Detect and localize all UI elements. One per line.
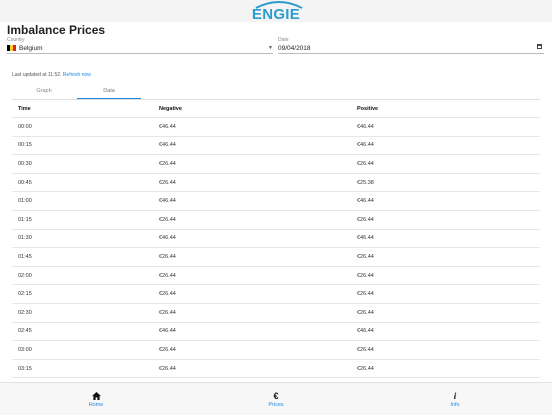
bottom-nav: Home € Prices i Info bbox=[0, 382, 552, 415]
nav-info-label: Info bbox=[450, 402, 460, 408]
page-title: Imbalance Prices bbox=[7, 23, 106, 37]
table-row: 03:00 €26.44 €26.44 bbox=[12, 341, 540, 360]
euro-icon: € bbox=[273, 390, 279, 401]
cell-time: 02:00 bbox=[18, 272, 32, 279]
nav-home[interactable]: Home bbox=[56, 383, 136, 415]
cell-time: 03:15 bbox=[18, 365, 32, 372]
cell-negative: €26.44 bbox=[159, 291, 176, 298]
cell-time: 01:15 bbox=[18, 216, 32, 223]
cell-time: 02:45 bbox=[18, 328, 32, 335]
cell-positive: €26.44 bbox=[357, 365, 374, 372]
cell-positive: €26.44 bbox=[357, 291, 374, 298]
cell-time: 00:00 bbox=[18, 123, 32, 130]
table-row: 01:00 €46.44 €46.44 bbox=[12, 192, 540, 211]
table-row: 00:45 €26.44 €25.38 bbox=[12, 174, 540, 193]
table-header-row: Time Negative Positive bbox=[12, 100, 540, 118]
cell-positive: €46.44 bbox=[357, 235, 374, 242]
belgium-flag-icon bbox=[7, 45, 16, 51]
cell-time: 02:15 bbox=[18, 291, 32, 298]
table-row: 00:30 €26.44 €26.44 bbox=[12, 155, 540, 174]
cell-negative: €26.44 bbox=[159, 160, 176, 167]
nav-prices-label: Prices bbox=[268, 402, 284, 408]
cell-positive: €25.38 bbox=[357, 179, 374, 186]
cell-negative: €26.44 bbox=[159, 253, 176, 260]
cell-negative: €46.44 bbox=[159, 235, 176, 242]
cell-negative: €26.44 bbox=[159, 216, 176, 223]
cell-positive: €46.44 bbox=[357, 142, 374, 149]
last-updated-label: Last updated at 11:52. bbox=[12, 72, 62, 78]
info-icon: i bbox=[453, 390, 457, 401]
cell-positive: €26.44 bbox=[357, 346, 374, 353]
calendar-icon[interactable] bbox=[537, 44, 542, 49]
cell-positive: €46.44 bbox=[357, 328, 374, 335]
price-table: Time Negative Positive 00:00 €46.44 €46.44… bbox=[12, 100, 540, 379]
cell-time: 00:45 bbox=[18, 179, 32, 186]
country-select[interactable]: Belgium ▼ bbox=[7, 43, 273, 54]
header-positive: Positive bbox=[357, 105, 379, 112]
table-row: 01:30 €46.44 €46.44 bbox=[12, 230, 540, 249]
cell-positive: €26.44 bbox=[357, 309, 374, 316]
header-negative: Negative bbox=[159, 105, 182, 112]
nav-home-label: Home bbox=[88, 402, 104, 408]
cell-positive: €46.44 bbox=[357, 123, 374, 130]
home-icon bbox=[91, 390, 101, 401]
cell-negative: €26.44 bbox=[159, 179, 176, 186]
cell-time: 03:00 bbox=[18, 346, 32, 353]
app-header: ENGIE bbox=[0, 0, 552, 23]
cell-time: 01:00 bbox=[18, 198, 32, 205]
table-row: 02:45 €46.44 €46.44 bbox=[12, 323, 540, 342]
cell-positive: €46.44 bbox=[357, 198, 374, 205]
table-row: 03:15 €26.44 €26.44 bbox=[12, 360, 540, 379]
cell-time: 02:30 bbox=[18, 309, 32, 316]
date-value: 09/04/2018 bbox=[278, 44, 311, 52]
table-row: 01:15 €26.44 €26.44 bbox=[12, 211, 540, 230]
last-updated-text: Last updated at 11:52. Refresh now bbox=[12, 72, 91, 78]
cell-positive: €26.44 bbox=[357, 272, 374, 279]
cell-negative: €46.44 bbox=[159, 142, 176, 149]
table-row: 02:00 €26.44 €26.44 bbox=[12, 267, 540, 286]
cell-time: 00:15 bbox=[18, 142, 32, 149]
cell-negative: €26.44 bbox=[159, 365, 176, 372]
tab-data[interactable]: Data bbox=[77, 84, 141, 99]
cell-positive: €26.44 bbox=[357, 253, 374, 260]
table-row: 02:15 €26.44 €26.44 bbox=[12, 285, 540, 304]
cell-negative: €26.44 bbox=[159, 309, 176, 316]
cell-time: 00:30 bbox=[18, 160, 32, 167]
refresh-now-link[interactable]: Refresh now bbox=[63, 72, 91, 78]
header-time: Time bbox=[18, 105, 31, 112]
chevron-down-icon: ▼ bbox=[268, 45, 273, 51]
cell-negative: €46.44 bbox=[159, 198, 176, 205]
nav-prices[interactable]: € Prices bbox=[236, 383, 316, 415]
table-row: 00:00 €46.44 €46.44 bbox=[12, 118, 540, 137]
cell-negative: €26.44 bbox=[159, 346, 176, 353]
cell-positive: €26.44 bbox=[357, 160, 374, 167]
table-row: 00:15 €46.44 €46.44 bbox=[12, 137, 540, 156]
cell-positive: €26.44 bbox=[357, 216, 374, 223]
tab-graph[interactable]: Graph bbox=[12, 84, 76, 98]
table-row: 01:45 €26.44 €26.44 bbox=[12, 248, 540, 267]
cell-negative: €46.44 bbox=[159, 123, 176, 130]
country-value: Belgium bbox=[19, 44, 43, 52]
engie-logo: ENGIE bbox=[252, 0, 303, 23]
cell-time: 01:45 bbox=[18, 253, 32, 260]
logo-arc-icon bbox=[255, 1, 303, 9]
cell-negative: €46.44 bbox=[159, 328, 176, 335]
cell-time: 01:30 bbox=[18, 235, 32, 242]
cell-negative: €26.44 bbox=[159, 272, 176, 279]
table-row: 02:30 €26.44 €26.44 bbox=[12, 304, 540, 323]
view-tabs: Graph Data bbox=[12, 84, 540, 100]
nav-info[interactable]: i Info bbox=[415, 383, 495, 415]
date-field[interactable]: 09/04/2018 bbox=[278, 43, 544, 54]
